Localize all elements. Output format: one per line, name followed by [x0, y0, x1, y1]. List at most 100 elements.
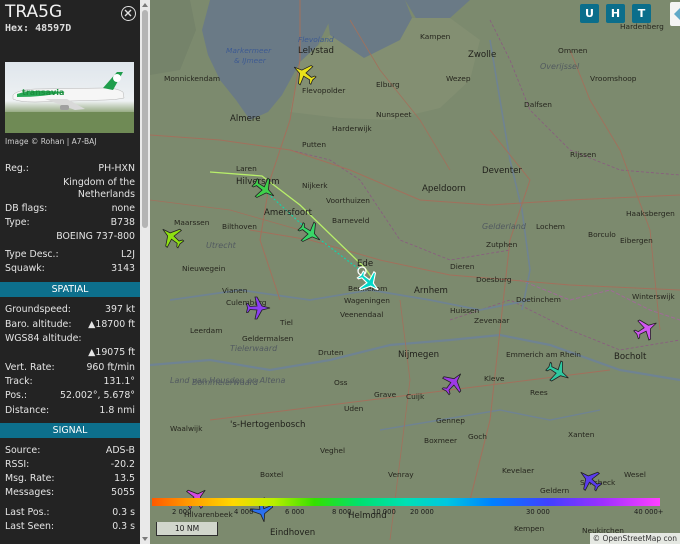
field-groundspeed: Groundspeed: 397 kt [5, 304, 135, 315]
aircraft-marker-green[interactable] [296, 219, 324, 247]
aircraft-marker-indigo[interactable] [576, 466, 604, 494]
field-registration: Reg.: PH-HXN [5, 163, 135, 174]
place-veenendaal: Veenendaal [340, 310, 384, 319]
place-flevoland: Flevoland [298, 35, 334, 44]
place-markermeer: Markermeer [226, 46, 272, 55]
field-type-desc: Type Desc.: L2J [5, 249, 135, 260]
altitude-color-bar [152, 498, 660, 506]
field-baro-altitude: Baro. altitude: ▲18700 ft [5, 319, 135, 330]
place-uden: Uden [344, 404, 364, 413]
place-almere: Almere [230, 114, 261, 124]
place-ommen: Ommen [558, 46, 588, 55]
place-kevelaer: Kevelaer [502, 466, 535, 475]
place-eindhoven: Eindhoven [270, 528, 316, 538]
callsign: TRA5G [5, 2, 63, 22]
place-oss: Oss [334, 378, 348, 387]
place-harderwijk: Harderwijk [332, 124, 372, 133]
aircraft-marker-purple[interactable] [244, 294, 272, 322]
hex-value: 48597D [35, 23, 72, 34]
place-wesel: Wesel [624, 470, 646, 479]
aircraft-marker-green[interactable] [250, 175, 278, 203]
t-toggle-button[interactable]: T [632, 4, 651, 23]
place-arnhem: Arnhem [414, 286, 448, 296]
aircraft-marker-purple[interactable] [439, 369, 467, 397]
field-last-seen: Last Seen: 0.3 s [5, 521, 135, 532]
scrollbar-thumb[interactable] [142, 10, 148, 228]
place-monnickendam: Monnickendam [164, 74, 221, 83]
close-button[interactable] [121, 6, 136, 21]
place-winterswijk: Winterswijk [632, 292, 675, 301]
svg-text:transavia: transavia [22, 88, 64, 97]
aircraft-photo[interactable]: transavia [5, 62, 134, 133]
place-veghel: Veghel [320, 446, 346, 455]
scroll-up-arrow-icon[interactable] [142, 3, 148, 7]
airplane-icon [251, 177, 275, 198]
place-nijkerk: Nijkerk [302, 181, 328, 190]
u-toggle-button[interactable]: U [580, 4, 599, 23]
panel-header: TRA5G Hex: 48597D [0, 0, 140, 48]
place-haaksbergen: Haaksbergen [626, 209, 675, 218]
field-position: Pos.: 52.002°, 5.678° [5, 390, 135, 401]
layers-button[interactable] [670, 2, 680, 26]
field-wgs84-altitude-label: WGS84 altitude: [5, 333, 82, 344]
place-landvanheusden: Land van Heusden en Altena [170, 376, 286, 385]
section-signal: SIGNAL [0, 423, 140, 438]
field-squawk: Squawk: 3143 [5, 263, 135, 274]
place-wageningen: Wageningen [344, 296, 390, 305]
h-toggle-button[interactable]: H [606, 4, 625, 23]
altitude-legend: 2 000 4 000 6 000 8 000 10 000 20 000 30… [150, 496, 663, 526]
place-boxtel: Boxtel [260, 470, 284, 479]
place-nijmegen: Nijmegen [398, 350, 440, 360]
legend-label: 6 000 [285, 508, 305, 516]
aircraft-marker-magenta[interactable] [632, 315, 660, 343]
place-amersfoort: Amersfoort [264, 208, 312, 218]
aircraft-marker-selected[interactable] [355, 268, 383, 296]
place-dalfsen: Dalfsen [524, 100, 552, 109]
place-overijssel: Overijssel [540, 62, 580, 71]
place-gelderland: Gelderland [482, 222, 526, 231]
place-barneveld: Barneveld [332, 216, 370, 225]
place-grave: Grave [374, 390, 397, 399]
place-zutphen: Zutphen [486, 240, 518, 249]
aircraft-marker-lime[interactable] [158, 223, 186, 251]
place-zevenaar: Zevenaar [474, 316, 510, 325]
field-last-pos: Last Pos.: 0.3 s [5, 507, 135, 518]
legend-label: 10 000 [372, 508, 396, 516]
place-utrecht: Utrecht [206, 241, 236, 250]
place-vroomshoop: Vroomshoop [590, 74, 637, 83]
map-view[interactable]: Lelystad Flevoland Flevopolder Markermee… [150, 0, 680, 544]
place-bilthoven: Bilthoven [222, 222, 257, 231]
place-xanten: Xanten [568, 430, 595, 439]
hex-code: Hex: 48597D [5, 23, 71, 34]
field-type: Type: B738 [5, 217, 135, 228]
layers-icon [674, 8, 680, 20]
legend-label: 2 000 [172, 508, 192, 516]
field-messages: Messages: 5055 [5, 487, 135, 498]
place-borculo: Borculo [588, 230, 616, 239]
place-voorthuizen: Voorthuizen [326, 196, 370, 205]
place-bocholt: Bocholt [614, 352, 647, 362]
airplane-icon [293, 65, 317, 86]
airplane-icon [297, 221, 321, 242]
legend-label: 4 000 [234, 508, 254, 516]
field-rssi: RSSI: -20.2 [5, 459, 135, 470]
sidebar-scrollbar[interactable] [140, 0, 150, 544]
scroll-down-arrow-icon[interactable] [142, 537, 148, 541]
airplane-icon [246, 296, 271, 320]
place-rijssen: Rijssen [570, 150, 597, 159]
scale-bar: 10 NM [156, 522, 218, 536]
map-attribution[interactable]: © OpenStreetMap con [589, 533, 680, 544]
field-track: Track: 131.1° [5, 376, 135, 387]
airplane-icon [633, 319, 657, 341]
place-huissen: Huissen [450, 306, 480, 315]
place-rees: Rees [530, 388, 548, 397]
place-apeldoorn: Apeldoorn [422, 184, 466, 194]
aircraft-marker-teal[interactable] [544, 358, 572, 386]
aircraft-marker-yellow[interactable] [290, 60, 318, 88]
place-lochem: Lochem [536, 222, 566, 231]
airplane-icon [545, 360, 569, 382]
place-eibergen: Eibergen [620, 236, 653, 245]
close-icon [124, 9, 132, 17]
place-nunspeet: Nunspeet [376, 110, 412, 119]
place-hardenberg: Hardenberg [620, 22, 664, 31]
